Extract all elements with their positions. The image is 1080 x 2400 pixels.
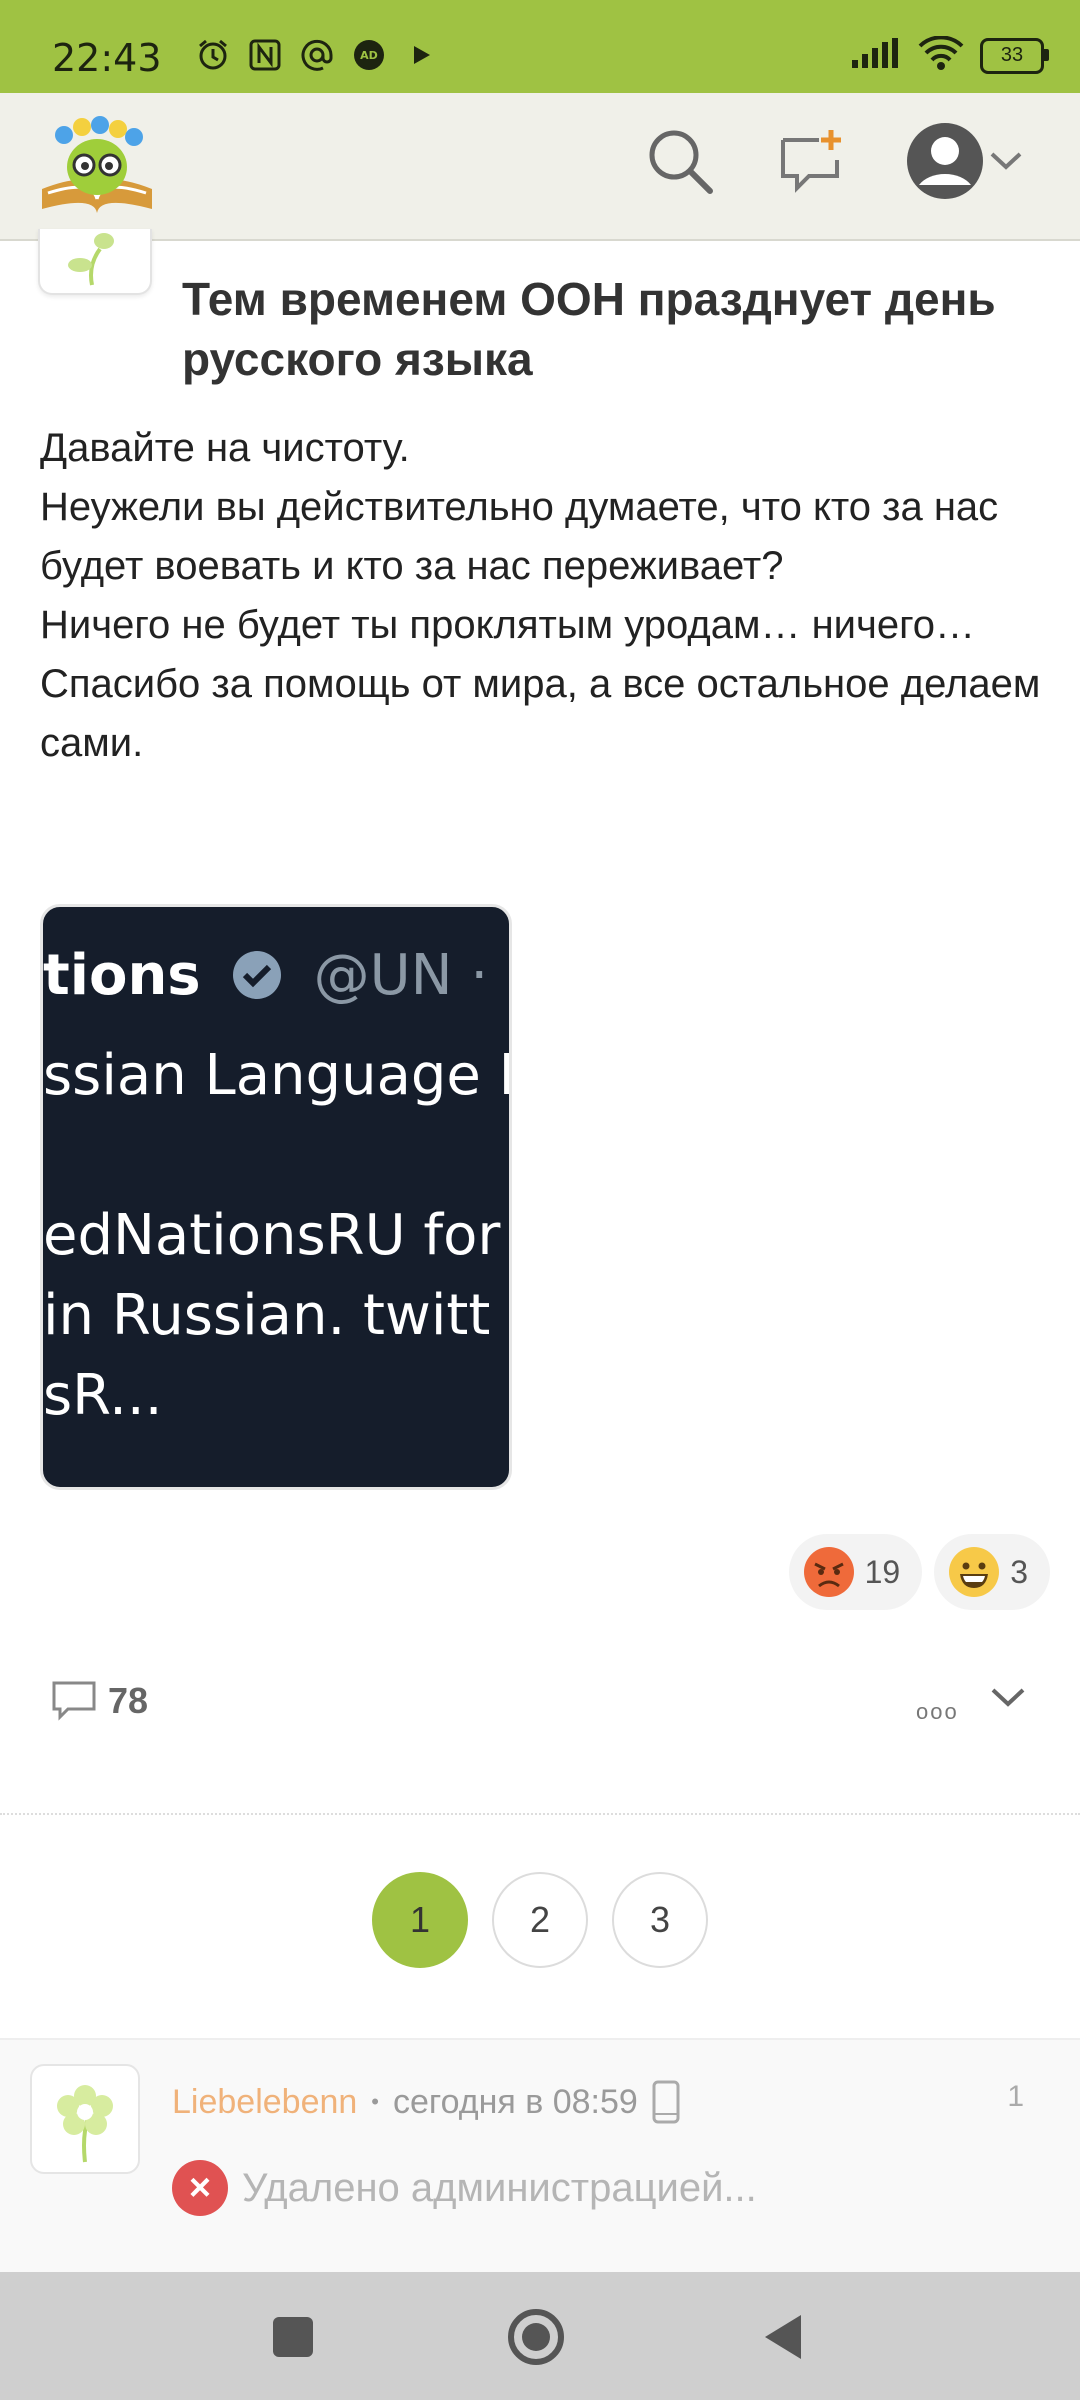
home-circle-icon bbox=[508, 2309, 564, 2365]
page-button-2[interactable]: 2 bbox=[492, 1872, 588, 1968]
post-actions: 78 ooo bbox=[0, 1659, 1080, 1759]
comment-bubble-icon bbox=[52, 1681, 96, 1721]
expand-button[interactable] bbox=[990, 1687, 1026, 1714]
comment: Liebelebenn • сегодня в 08:59 1 × Удален… bbox=[0, 2038, 1080, 2274]
comments-count: 78 bbox=[108, 1680, 149, 1721]
tweet-text-line: edNationsRU for t bbox=[43, 1203, 512, 1268]
post-paragraph: Спасибо за помощь от мира, а все остальн… bbox=[40, 662, 1041, 765]
tweet-text-line: ssian Language D bbox=[43, 1043, 512, 1108]
wifi-icon bbox=[918, 35, 964, 75]
battery-icon: 33 bbox=[980, 37, 1049, 74]
reaction-grinning[interactable]: 3 bbox=[934, 1534, 1050, 1610]
home-button[interactable] bbox=[501, 2302, 571, 2372]
angry-face-icon bbox=[803, 1547, 854, 1597]
status-left-icons: AD bbox=[196, 38, 438, 72]
profile-button[interactable] bbox=[900, 121, 990, 201]
profile-menu-toggle[interactable] bbox=[986, 121, 1026, 201]
chevron-down-icon bbox=[990, 152, 1022, 170]
deleted-icon: × bbox=[172, 2160, 228, 2216]
comment-number: 1 bbox=[1007, 2080, 1024, 2113]
play-icon bbox=[404, 38, 438, 72]
meta-separator: • bbox=[371, 2089, 379, 2114]
recents-button[interactable] bbox=[258, 2302, 328, 2372]
deleted-message: Удалено администрацией... bbox=[242, 2165, 757, 2210]
mobile-device-icon bbox=[652, 2080, 680, 2124]
tweet-name-line: tions @UN · 1 bbox=[43, 943, 509, 1008]
comment-time: сегодня в 08:59 bbox=[393, 2082, 638, 2121]
system-nav-bar bbox=[0, 2272, 1080, 2400]
alarm-icon bbox=[196, 38, 230, 72]
post-paragraph: Давайте на чистоту. bbox=[40, 426, 410, 470]
verified-badge-icon bbox=[233, 951, 282, 999]
tweet-text-line: sR... bbox=[43, 1363, 163, 1428]
new-post-icon bbox=[781, 130, 841, 193]
chevron-down-icon bbox=[991, 1688, 1025, 1707]
back-triangle-icon bbox=[765, 2315, 801, 2359]
post-paragraph: Ничего не будет ты проклятым уродам… нич… bbox=[40, 603, 976, 647]
tweet-text-line: in Russian. twitt bbox=[43, 1283, 491, 1348]
post-title[interactable]: Тем временем ООН празднует день русского… bbox=[182, 269, 1002, 389]
signal-icon bbox=[852, 38, 902, 73]
post-paragraph: Неужели вы действительно думаете, что кт… bbox=[40, 485, 999, 588]
status-bar: 22:43 AD 33 bbox=[0, 0, 1080, 93]
app-bar bbox=[0, 93, 1080, 241]
profile-icon bbox=[907, 123, 983, 199]
battery-level: 33 bbox=[1000, 44, 1024, 66]
search-button[interactable] bbox=[640, 121, 720, 201]
status-time: 22:43 bbox=[52, 36, 162, 80]
grinning-face-icon bbox=[949, 1547, 1000, 1597]
comment-author[interactable]: Liebelebenn bbox=[172, 2083, 357, 2122]
new-post-button[interactable] bbox=[772, 121, 852, 201]
community-avatar[interactable] bbox=[38, 229, 152, 295]
reactions: 19 3 bbox=[788, 1534, 1050, 1610]
page-button-1[interactable]: 1 bbox=[372, 1872, 468, 1968]
avatar[interactable] bbox=[30, 2064, 140, 2174]
reaction-count: 3 bbox=[1010, 1553, 1028, 1590]
ad-blocker-icon: AD bbox=[352, 38, 386, 72]
comments-button[interactable]: 78 bbox=[50, 1679, 148, 1723]
tweet-account-name: tions bbox=[43, 943, 201, 1008]
comment-meta: Liebelebenn • сегодня в 08:59 bbox=[172, 2080, 680, 2124]
status-right-icons: 33 bbox=[852, 35, 1049, 75]
logo[interactable] bbox=[34, 109, 160, 221]
pagination: 1 2 3 bbox=[0, 1872, 1080, 1968]
back-button[interactable] bbox=[748, 2302, 818, 2372]
search-icon bbox=[649, 130, 713, 194]
divider bbox=[0, 1813, 1080, 1815]
nfc-icon bbox=[248, 38, 282, 72]
more-options-button[interactable]: ooo bbox=[916, 1699, 959, 1725]
tweet-handle: @UN · 1 bbox=[313, 943, 509, 1008]
reaction-count: 19 bbox=[864, 1553, 901, 1590]
page-button-3[interactable]: 3 bbox=[612, 1872, 708, 1968]
comment-text: × Удалено администрацией... bbox=[172, 2160, 757, 2216]
svg-text:AD: AD bbox=[360, 49, 378, 62]
at-icon bbox=[300, 38, 334, 72]
post-image[interactable]: tions @UN · 1 ssian Language D edNations… bbox=[40, 904, 512, 1490]
post-body: Давайте на чистоту. Неужели вы действите… bbox=[40, 419, 1050, 773]
reaction-angry[interactable]: 19 bbox=[788, 1534, 923, 1610]
square-icon bbox=[273, 2317, 313, 2357]
